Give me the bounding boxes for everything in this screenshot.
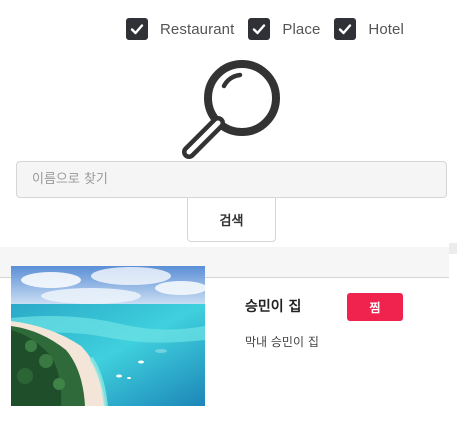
hotel-label: Hotel: [368, 20, 404, 38]
search-button[interactable]: 검색: [187, 198, 276, 242]
restaurant-label: Restaurant: [160, 20, 235, 38]
filter-place[interactable]: Place: [248, 18, 320, 40]
magnifier-icon: [182, 60, 280, 159]
hotel-checkbox[interactable]: [334, 18, 357, 40]
filter-hotel[interactable]: Hotel: [334, 18, 404, 40]
checkmark-icon: [339, 24, 352, 35]
checkmark-icon: [253, 24, 266, 35]
place-label: Place: [282, 20, 321, 38]
result-image[interactable]: [11, 266, 205, 406]
tropical-beach-photo: [11, 266, 205, 406]
checkmark-icon: [130, 24, 144, 35]
scrollbar-stub: [449, 243, 457, 254]
restaurant-checkbox[interactable]: [126, 18, 148, 40]
result-description: 막내 승민이 집: [245, 335, 319, 349]
bookmark-button[interactable]: 찜: [347, 293, 403, 321]
category-filters: Restaurant Place Hotel: [126, 17, 418, 41]
filter-restaurant[interactable]: Restaurant: [126, 18, 234, 40]
search-input[interactable]: [16, 161, 447, 198]
result-title[interactable]: 승민이 집: [245, 296, 301, 316]
place-checkbox[interactable]: [248, 18, 271, 40]
